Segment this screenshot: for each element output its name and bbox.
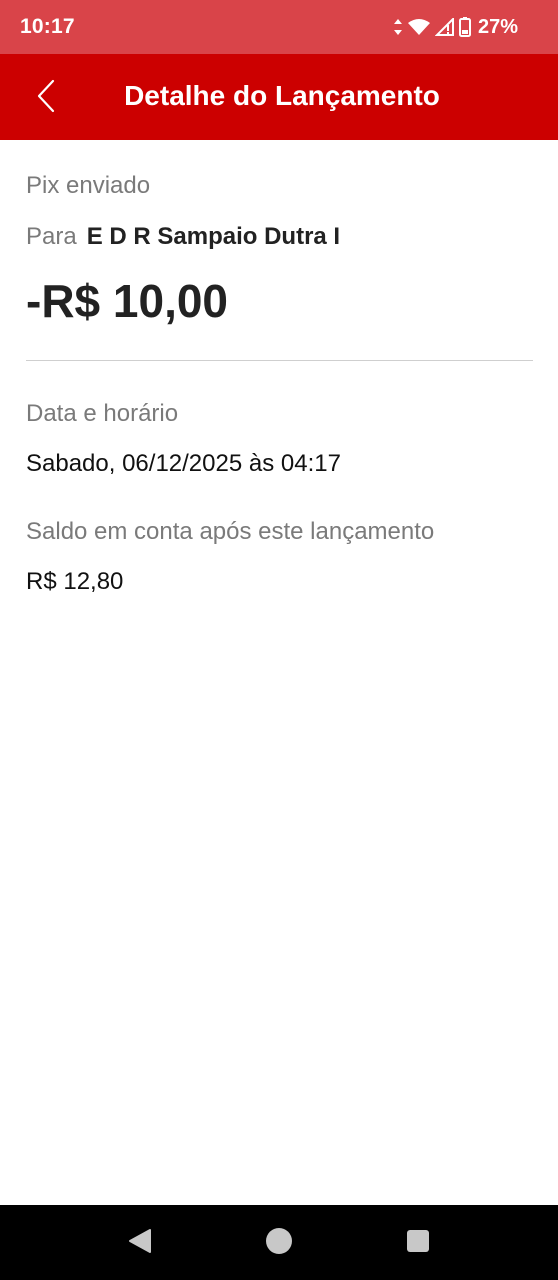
screen: 10:17 27% Detalhe do Lançamento Pix envi… [0,0,558,1280]
date-value: Sabado, 06/12/2025 às 04:17 [26,450,341,477]
data-arrows-icon [393,18,403,36]
nav-home-button[interactable] [265,1227,293,1260]
app-bar: Detalhe do Lançamento [0,54,558,140]
date-label: Data e horário [26,400,179,427]
circle-home-icon [265,1227,293,1260]
battery-icon [458,17,471,37]
status-time: 10:17 [20,15,75,38]
signal-icon [434,18,455,36]
square-recents-icon [405,1228,431,1259]
status-icons: 27% [393,16,518,39]
nav-back-button[interactable] [126,1228,154,1259]
balance-value: R$ 12,80 [26,568,124,595]
transaction-type: Pix enviado [26,172,151,199]
page-title: Detalhe do Lançamento [124,80,440,111]
recipient-row: Para E D R Sampaio Dutra I [26,223,340,251]
nav-recents-button[interactable] [404,1229,432,1257]
wifi-icon [407,18,431,36]
divider [26,360,533,361]
recipient-name: E D R Sampaio Dutra I [86,223,341,250]
status-bar: 10:17 27% [0,0,558,54]
triangle-back-icon [127,1228,153,1259]
balance-label: Saldo em conta após este lançamento [26,518,435,545]
system-nav-bar [0,1205,558,1280]
transaction-amount: -R$ 10,00 [26,275,229,327]
battery-percent: 27% [477,15,518,38]
recipient-prefix: Para [26,223,77,250]
